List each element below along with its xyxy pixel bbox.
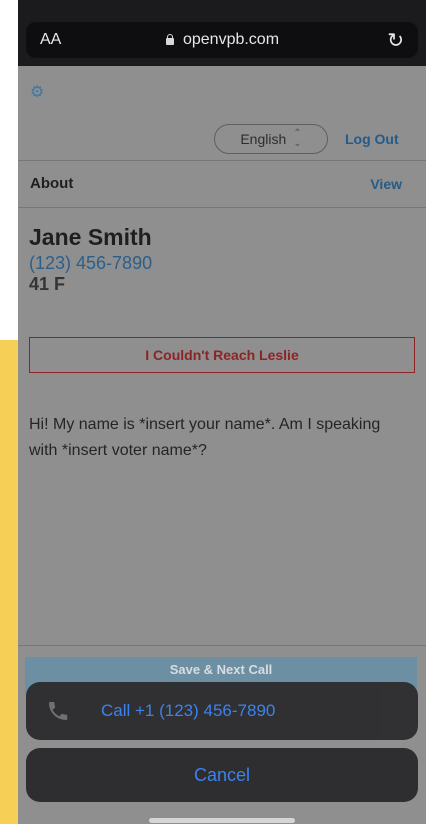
cancel-button[interactable]: Cancel xyxy=(26,748,418,802)
address-bar[interactable]: AA openvpb.com ↻ xyxy=(26,22,418,58)
gear-icon[interactable]: ⚙ xyxy=(30,82,44,102)
about-section-header: About View xyxy=(18,160,426,208)
language-value: English xyxy=(240,131,287,147)
call-action-sheet[interactable]: Call +1 (123) 456-7890 xyxy=(26,682,418,740)
language-select[interactable]: English ⌃ ⌄ xyxy=(214,124,328,154)
divider xyxy=(18,645,426,646)
could-not-reach-button[interactable]: I Couldn't Reach Leslie xyxy=(29,337,415,373)
view-link[interactable]: View xyxy=(370,176,402,192)
person-name: Jane Smith xyxy=(29,224,152,250)
about-title: About xyxy=(30,175,74,192)
settings-row: ⚙ xyxy=(18,66,426,116)
browser-toolbar: AA openvpb.com ↻ xyxy=(18,0,426,66)
domain-display[interactable]: openvpb.com xyxy=(26,31,418,49)
domain-text: openvpb.com xyxy=(182,31,280,48)
lock-icon xyxy=(165,34,175,46)
person-card: Jane Smith (123) 456-7890 41 F xyxy=(29,220,409,295)
chevron-updown-icon: ⌃ ⌄ xyxy=(293,128,302,149)
phone-link[interactable]: (123) 456-7890 xyxy=(29,253,409,274)
logout-link[interactable]: Log Out xyxy=(345,131,399,147)
left-yellow-stripe xyxy=(0,340,18,824)
top-actions: English ⌃ ⌄ Log Out xyxy=(214,121,420,155)
phone-screen: AA openvpb.com ↻ ⚙ English ⌃ ⌄ Log Out Ab… xyxy=(18,0,426,824)
home-indicator xyxy=(149,818,295,823)
person-demographics: 41 F xyxy=(29,274,66,294)
reload-icon[interactable]: ↻ xyxy=(387,28,404,53)
call-script: Hi! My name is *insert your name*. Am I … xyxy=(29,416,381,459)
call-number-label[interactable]: Call +1 (123) 456-7890 xyxy=(101,701,275,721)
phone-icon xyxy=(49,702,68,720)
text-size-button[interactable]: AA xyxy=(40,31,61,49)
